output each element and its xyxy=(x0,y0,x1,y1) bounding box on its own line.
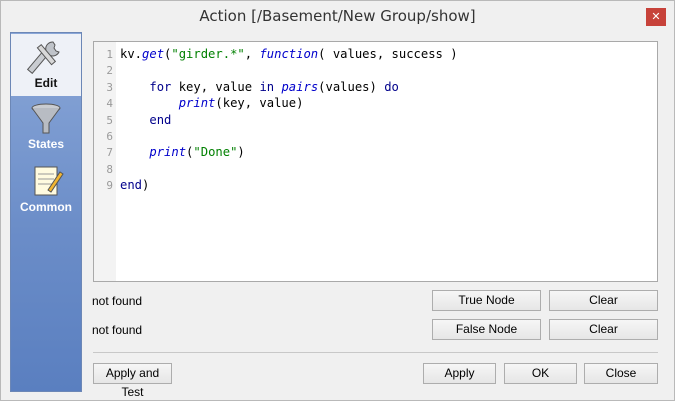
sidebar-item-label: Common xyxy=(20,200,72,214)
code-token: ) xyxy=(142,178,150,193)
action-dialog: Action [/Basement/New Group/show] ✕ Edit… xyxy=(0,0,675,401)
sidebar-item-label: States xyxy=(27,137,65,151)
close-button[interactable]: Close xyxy=(584,363,658,384)
code-line: kv.get("girder.*", function( values, suc… xyxy=(120,47,458,61)
code-token: get xyxy=(142,47,165,61)
code-token: end xyxy=(149,112,172,127)
close-window-button[interactable]: ✕ xyxy=(646,8,666,26)
code-token: kv. xyxy=(120,47,143,61)
apply-button[interactable]: Apply xyxy=(423,363,496,384)
code-token: in xyxy=(259,79,275,94)
code-token: end xyxy=(120,178,143,193)
code-token: "Done" xyxy=(193,145,238,160)
line-number: 7 xyxy=(106,146,113,160)
code-line: end) xyxy=(120,178,149,192)
code-token: key, value xyxy=(171,79,260,94)
line-number: 5 xyxy=(106,113,113,127)
code-line: print(key, value) xyxy=(120,96,304,111)
true-node-status: not found xyxy=(92,294,143,308)
line-number-gutter: 1 2 3 4 5 6 7 8 9 xyxy=(94,42,116,281)
line-number: 1 xyxy=(106,48,113,61)
code-token: , xyxy=(244,47,260,61)
code-editor[interactable]: 1 2 3 4 5 6 7 8 9 kv.get("girder.*", function( v… xyxy=(93,41,658,282)
code-token: pairs xyxy=(281,79,319,94)
clear-false-node-button[interactable]: Clear xyxy=(549,319,658,340)
line-number: 8 xyxy=(106,162,113,176)
code-token: for xyxy=(149,79,172,94)
line-number: 9 xyxy=(106,179,113,193)
sidebar-item-edit[interactable]: Edit xyxy=(11,34,81,96)
sidebar-item-common[interactable]: Common xyxy=(11,160,81,222)
line-number: 2 xyxy=(106,64,113,78)
code-line: end xyxy=(120,113,171,127)
funnel-icon xyxy=(31,103,61,134)
code-token: ) xyxy=(237,145,245,160)
code-token: function xyxy=(259,47,319,61)
true-node-button[interactable]: True Node xyxy=(432,290,541,311)
window-title: Action [/Basement/New Group/show] xyxy=(199,7,476,25)
sidebar-item-label: Edit xyxy=(34,76,58,90)
separator xyxy=(93,352,658,353)
line-number: 3 xyxy=(106,80,113,94)
code-token: print xyxy=(149,145,187,160)
false-node-button[interactable]: False Node xyxy=(432,319,541,340)
ok-button[interactable]: OK xyxy=(504,363,577,384)
code-token: "girder.*" xyxy=(171,47,245,61)
code-token: print xyxy=(178,96,216,111)
line-number: 6 xyxy=(106,130,113,143)
title-bar[interactable]: Action [/Basement/New Group/show] ✕ xyxy=(1,1,674,32)
apply-and-test-button[interactable]: Apply and Test xyxy=(93,363,172,399)
false-node-status: not found xyxy=(92,323,143,337)
line-number: 4 xyxy=(106,97,113,111)
code-token: (key, value) xyxy=(215,96,304,111)
sidebar-item-states[interactable]: States xyxy=(11,97,81,159)
code-token: do xyxy=(384,79,399,94)
code-token: ( values, success ) xyxy=(318,47,458,61)
code-token: (values) xyxy=(318,79,385,94)
notepad-icon xyxy=(34,166,64,196)
code-line: print("Done") xyxy=(120,145,245,160)
clear-true-node-button[interactable]: Clear xyxy=(549,290,658,311)
sidebar: Edit States Common xyxy=(10,32,82,392)
code-line: for key, value in pairs(values) do xyxy=(120,80,399,94)
wrench-icon xyxy=(26,41,60,74)
